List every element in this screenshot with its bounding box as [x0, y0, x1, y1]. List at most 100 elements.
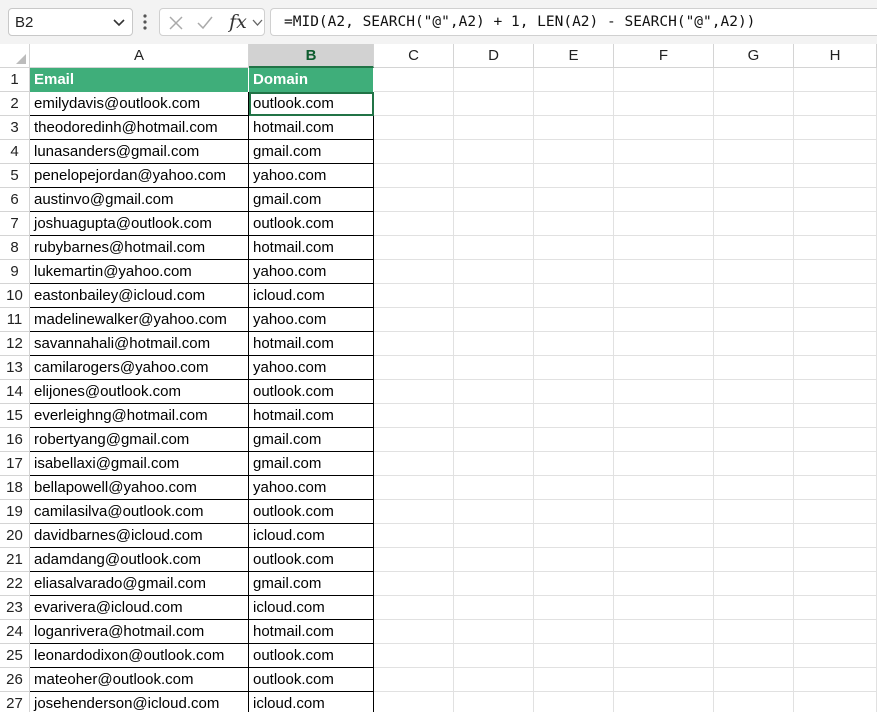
row-header[interactable]: 5 — [0, 164, 30, 188]
row-header[interactable]: 1 — [0, 68, 30, 92]
domain-cell[interactable]: gmail.com — [249, 452, 374, 476]
domain-cell[interactable]: hotmail.com — [249, 116, 374, 140]
row-header[interactable]: 20 — [0, 524, 30, 548]
row-header[interactable]: 2 — [0, 92, 30, 116]
email-cell[interactable]: joshuagupta@outlook.com — [30, 212, 249, 236]
row-header[interactable]: 3 — [0, 116, 30, 140]
row-header[interactable]: 11 — [0, 308, 30, 332]
email-cell[interactable]: everleighng@hotmail.com — [30, 404, 249, 428]
table-row: emilydavis@outlook.com outlook.com — [30, 92, 374, 116]
email-cell[interactable]: austinvo@gmail.com — [30, 188, 249, 212]
domain-cell[interactable]: hotmail.com — [249, 332, 374, 356]
close-icon[interactable] — [168, 15, 184, 31]
email-cell[interactable]: savannahali@hotmail.com — [30, 332, 249, 356]
domain-cell[interactable]: yahoo.com — [249, 308, 374, 332]
domain-cell[interactable]: outlook.com — [249, 92, 374, 116]
chevron-down-icon[interactable] — [252, 17, 263, 28]
row-header[interactable]: 18 — [0, 476, 30, 500]
column-header-d[interactable]: D — [454, 44, 534, 68]
email-cell[interactable]: eastonbailey@icloud.com — [30, 284, 249, 308]
row-header[interactable]: 19 — [0, 500, 30, 524]
domain-cell[interactable]: outlook.com — [249, 548, 374, 572]
column-header-g[interactable]: G — [714, 44, 794, 68]
email-cell[interactable]: emilydavis@outlook.com — [30, 92, 249, 116]
column-header-f[interactable]: F — [614, 44, 714, 68]
row-header[interactable]: 23 — [0, 596, 30, 620]
domain-cell[interactable]: hotmail.com — [249, 404, 374, 428]
select-all-button[interactable] — [0, 44, 30, 68]
row-header[interactable]: 27 — [0, 692, 30, 712]
row-header[interactable]: 21 — [0, 548, 30, 572]
email-cell[interactable]: camilarogers@yahoo.com — [30, 356, 249, 380]
email-cell[interactable]: madelinewalker@yahoo.com — [30, 308, 249, 332]
domain-cell[interactable]: outlook.com — [249, 380, 374, 404]
kebab-icon[interactable] — [142, 12, 148, 32]
email-cell[interactable]: eliasalvarado@gmail.com — [30, 572, 249, 596]
formula-input[interactable]: =MID(A2, SEARCH("@",A2) + 1, LEN(A2) - S… — [270, 8, 877, 36]
column-header-a[interactable]: A — [30, 44, 249, 68]
row-header[interactable]: 17 — [0, 452, 30, 476]
column-header-h[interactable]: H — [794, 44, 877, 68]
row-header[interactable]: 22 — [0, 572, 30, 596]
email-cell[interactable]: evarivera@icloud.com — [30, 596, 249, 620]
domain-cell[interactable]: icloud.com — [249, 524, 374, 548]
domain-cell[interactable]: yahoo.com — [249, 260, 374, 284]
cell-b1-domain-header[interactable]: Domain — [249, 68, 374, 92]
domain-cell[interactable]: icloud.com — [249, 284, 374, 308]
column-header-e[interactable]: E — [534, 44, 614, 68]
domain-cell[interactable]: gmail.com — [249, 140, 374, 164]
row-header[interactable]: 16 — [0, 428, 30, 452]
row-header[interactable]: 12 — [0, 332, 30, 356]
email-cell[interactable]: bellapowell@yahoo.com — [30, 476, 249, 500]
domain-cell[interactable]: outlook.com — [249, 668, 374, 692]
row-header[interactable]: 7 — [0, 212, 30, 236]
row-header[interactable]: 6 — [0, 188, 30, 212]
row-header[interactable]: 25 — [0, 644, 30, 668]
row-header[interactable]: 13 — [0, 356, 30, 380]
cell-a1-email-header[interactable]: Email — [30, 68, 249, 92]
email-cell[interactable]: rubybarnes@hotmail.com — [30, 236, 249, 260]
email-cell[interactable]: camilasilva@outlook.com — [30, 500, 249, 524]
domain-cell[interactable]: yahoo.com — [249, 356, 374, 380]
chevron-down-icon[interactable] — [112, 15, 126, 29]
row-header[interactable]: 4 — [0, 140, 30, 164]
email-cell[interactable]: leonardodixon@outlook.com — [30, 644, 249, 668]
email-cell[interactable]: penelopejordan@yahoo.com — [30, 164, 249, 188]
row-header[interactable]: 8 — [0, 236, 30, 260]
row-header[interactable]: 14 — [0, 380, 30, 404]
domain-cell[interactable]: yahoo.com — [249, 164, 374, 188]
email-cell[interactable]: adamdang@outlook.com — [30, 548, 249, 572]
email-cell[interactable]: mateoher@outlook.com — [30, 668, 249, 692]
fx-icon[interactable]: fx — [226, 10, 250, 34]
column-header-b[interactable]: B — [249, 44, 374, 68]
domain-cell[interactable]: outlook.com — [249, 212, 374, 236]
table-row: savannahali@hotmail.com hotmail.com — [30, 332, 374, 356]
domain-cell[interactable]: yahoo.com — [249, 476, 374, 500]
domain-cell[interactable]: gmail.com — [249, 428, 374, 452]
domain-cell[interactable]: hotmail.com — [249, 620, 374, 644]
row-header[interactable]: 15 — [0, 404, 30, 428]
email-cell[interactable]: josehenderson@icloud.com — [30, 692, 249, 712]
check-icon[interactable] — [196, 15, 214, 31]
domain-cell[interactable]: icloud.com — [249, 596, 374, 620]
domain-cell[interactable]: outlook.com — [249, 500, 374, 524]
email-cell[interactable]: elijones@outlook.com — [30, 380, 249, 404]
email-cell[interactable]: lukemartin@yahoo.com — [30, 260, 249, 284]
name-box[interactable]: B2 — [8, 8, 133, 36]
row-header[interactable]: 24 — [0, 620, 30, 644]
domain-cell[interactable]: hotmail.com — [249, 236, 374, 260]
column-header-c[interactable]: C — [374, 44, 454, 68]
email-cell[interactable]: isabellaxi@gmail.com — [30, 452, 249, 476]
domain-cell[interactable]: gmail.com — [249, 572, 374, 596]
domain-cell[interactable]: outlook.com — [249, 644, 374, 668]
domain-cell[interactable]: icloud.com — [249, 692, 374, 712]
email-cell[interactable]: robertyang@gmail.com — [30, 428, 249, 452]
email-cell[interactable]: loganrivera@hotmail.com — [30, 620, 249, 644]
email-cell[interactable]: theodoredinh@hotmail.com — [30, 116, 249, 140]
row-header[interactable]: 9 — [0, 260, 30, 284]
row-header[interactable]: 10 — [0, 284, 30, 308]
row-header[interactable]: 26 — [0, 668, 30, 692]
email-cell[interactable]: davidbarnes@icloud.com — [30, 524, 249, 548]
email-cell[interactable]: lunasanders@gmail.com — [30, 140, 249, 164]
domain-cell[interactable]: gmail.com — [249, 188, 374, 212]
